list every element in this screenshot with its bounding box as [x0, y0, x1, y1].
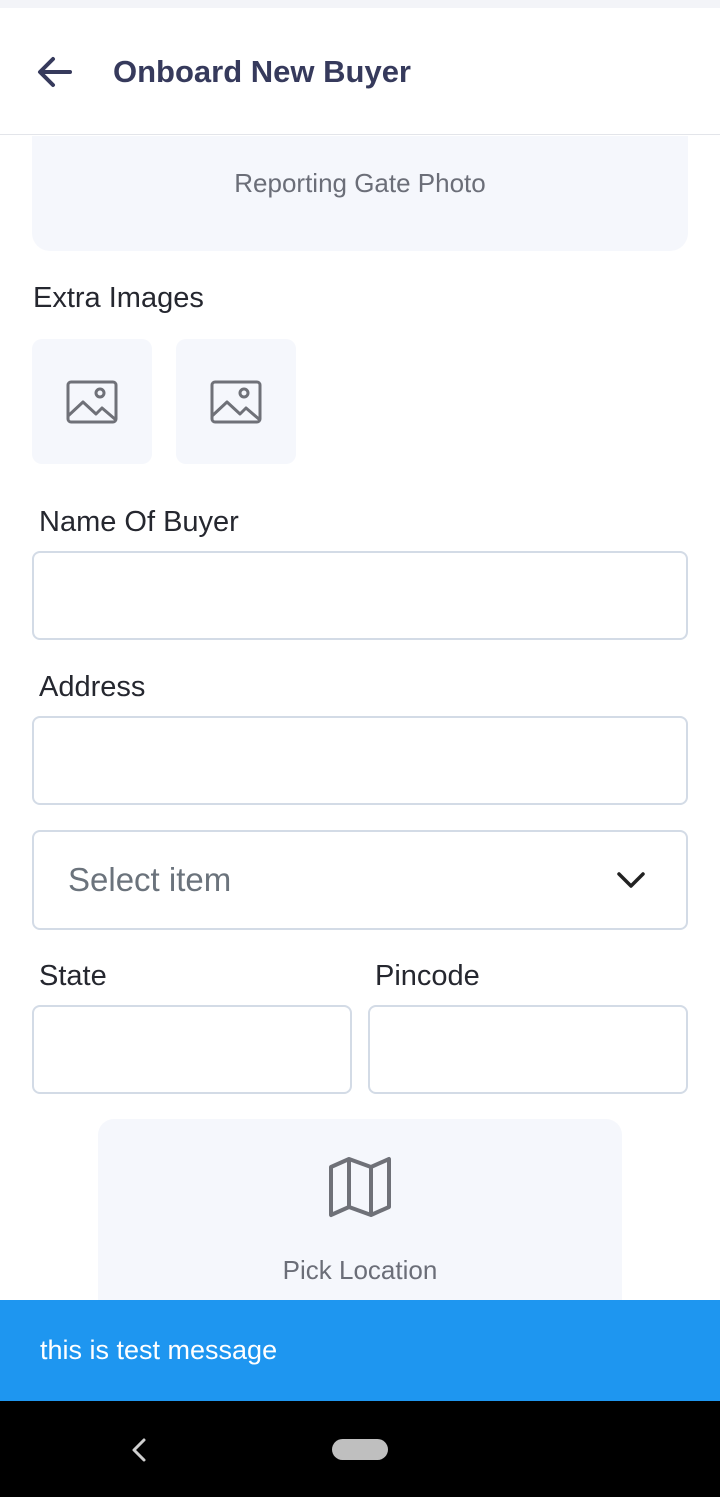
map-icon	[329, 1157, 391, 1217]
extra-image-slot-2[interactable]	[176, 339, 296, 464]
select-placeholder: Select item	[68, 861, 232, 898]
status-bar	[0, 0, 720, 8]
nav-back-icon[interactable]	[128, 1437, 150, 1463]
pick-location-button[interactable]: Pick Location	[98, 1119, 622, 1301]
address-label: Address	[39, 671, 146, 703]
item-select-dropdown[interactable]: Select item	[32, 830, 688, 930]
state-label: State	[39, 960, 107, 992]
chevron-down-icon	[617, 872, 645, 888]
image-icon	[210, 380, 262, 423]
reporting-gate-photo-label: Reporting Gate Photo	[234, 168, 486, 198]
pincode-field[interactable]	[368, 1005, 688, 1094]
address-input[interactable]	[34, 718, 686, 803]
name-of-buyer-label: Name Of Buyer	[39, 506, 239, 538]
snackbar-message: this is test message	[40, 1335, 278, 1365]
name-of-buyer-input[interactable]	[34, 553, 686, 638]
extra-images-label: Extra Images	[33, 282, 204, 314]
back-button[interactable]	[32, 52, 76, 92]
reporting-gate-photo-tile[interactable]: Reporting Gate Photo	[32, 136, 688, 251]
snackbar: this is test message	[0, 1300, 720, 1401]
pick-location-label: Pick Location	[282, 1255, 438, 1285]
page-title: Onboard New Buyer	[113, 54, 411, 89]
nav-home-pill[interactable]	[332, 1439, 388, 1460]
pincode-input[interactable]	[370, 1007, 686, 1092]
image-icon	[66, 380, 118, 423]
state-input[interactable]	[34, 1007, 350, 1092]
form-content: Reporting Gate Photo Extra Images Name O…	[0, 136, 720, 1301]
arrow-left-icon	[38, 57, 72, 87]
address-field[interactable]	[32, 716, 688, 805]
pincode-label: Pincode	[375, 960, 480, 992]
state-field[interactable]	[32, 1005, 352, 1094]
system-navigation-bar	[0, 1401, 720, 1497]
app-bar: Onboard New Buyer	[0, 8, 720, 135]
extra-image-slot-1[interactable]	[32, 339, 152, 464]
name-of-buyer-field[interactable]	[32, 551, 688, 640]
